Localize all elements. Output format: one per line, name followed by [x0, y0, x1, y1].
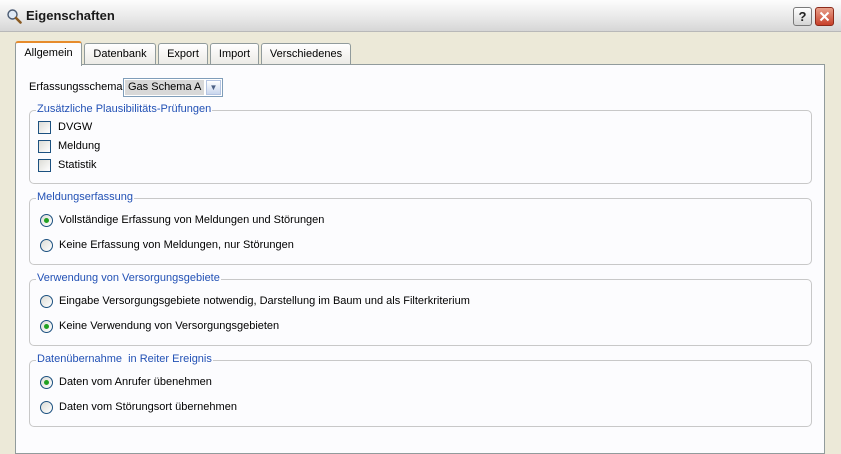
- radio-versorgung-eingabe-label: Eingabe Versorgungsgebiete notwendig, Da…: [59, 295, 470, 307]
- radio-versorgung-keine[interactable]: [40, 320, 53, 333]
- versorgung-group-title: Verwendung von Versorgungsgebiete: [36, 272, 221, 284]
- checkbox-statistik[interactable]: [38, 159, 51, 172]
- radio-meldung-keine[interactable]: [40, 239, 53, 252]
- tab-verschiedenes[interactable]: Verschiedenes: [261, 43, 351, 64]
- versorgung-group: Verwendung von Versorgungsgebiete: [29, 272, 812, 346]
- datenuebernahme-group-title: Datenübernahme in Reiter Ereignis: [36, 353, 213, 365]
- schema-select-value: Gas Schema A: [125, 80, 204, 95]
- radio-daten-stoerungsort[interactable]: [40, 401, 53, 414]
- meldung-group: Meldungserfassung: [29, 191, 812, 265]
- checkbox-dvgw[interactable]: [38, 121, 51, 134]
- radio-versorgung-keine-label: Keine Verwendung von Versorgungsgebieten: [59, 320, 280, 332]
- checkbox-statistik-label: Statistik: [58, 159, 97, 171]
- tab-import[interactable]: Import: [210, 43, 259, 64]
- plausibility-group-title: Zusätzliche Plausibilitäts-Prüfungen: [36, 103, 213, 115]
- window-title: Eigenschaften: [26, 8, 115, 23]
- schema-select[interactable]: Gas Schema A ▼: [123, 78, 223, 97]
- checkbox-meldung-label: Meldung: [58, 140, 101, 152]
- tab-datenbank[interactable]: Datenbank: [84, 43, 156, 64]
- schema-label: Erfassungsschema: [29, 81, 123, 93]
- help-button[interactable]: ?: [793, 7, 812, 26]
- radio-meldung-keine-label: Keine Erfassung von Meldungen, nur Störu…: [59, 239, 294, 251]
- close-icon: [819, 11, 830, 22]
- plausibility-group: Zusätzliche Plausibilitäts-Prüfungen: [29, 103, 812, 184]
- close-button[interactable]: [815, 7, 834, 26]
- radio-versorgung-eingabe[interactable]: [40, 295, 53, 308]
- meldung-group-title: Meldungserfassung: [36, 191, 135, 203]
- chevron-down-icon[interactable]: ▼: [206, 80, 221, 95]
- radio-daten-stoerungsort-label: Daten vom Störungsort übernehmen: [59, 401, 237, 413]
- radio-daten-anrufer[interactable]: [40, 376, 53, 389]
- radio-meldung-vollstaendig[interactable]: [40, 214, 53, 227]
- radio-meldung-vollstaendig-label: Vollständige Erfassung von Meldungen und…: [59, 214, 325, 226]
- title-bar: Eigenschaften ?: [0, 0, 841, 32]
- datenuebernahme-group: Datenübernahme in Reiter Ereignis: [29, 353, 812, 427]
- checkbox-meldung[interactable]: [38, 140, 51, 153]
- tab-export[interactable]: Export: [158, 43, 208, 64]
- magnifier-icon: [7, 9, 22, 24]
- tab-allgemein[interactable]: Allgemein: [15, 41, 82, 66]
- radio-daten-anrufer-label: Daten vom Anrufer übenehmen: [59, 376, 212, 388]
- checkbox-dvgw-label: DVGW: [58, 121, 93, 133]
